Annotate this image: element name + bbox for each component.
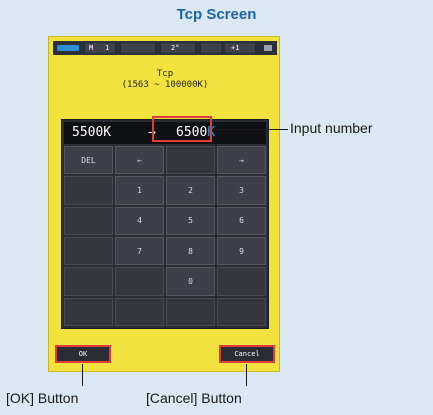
key-blank (115, 267, 164, 296)
key-5[interactable]: 5 (166, 206, 215, 235)
key-0[interactable]: 0 (166, 267, 215, 296)
battery-icon (57, 45, 79, 51)
key-6[interactable]: 6 (217, 206, 266, 235)
status-angle: 2° (171, 44, 180, 52)
status-segment (121, 43, 155, 53)
callout-cancel-button: [Cancel] Button (146, 390, 242, 406)
key-7[interactable]: 7 (115, 237, 164, 266)
cancel-button[interactable]: Cancel (219, 345, 275, 363)
status-bar: M 1 2° +1 (53, 41, 277, 55)
ok-button[interactable]: OK (55, 345, 111, 363)
key-4[interactable]: 4 (115, 206, 164, 235)
callout-input-number: Input number (290, 120, 373, 136)
page-caption: Tcp Screen (176, 6, 257, 23)
key-blank (64, 176, 113, 205)
callout-ok-button: [OK] Button (6, 390, 79, 406)
cancel-leader (246, 364, 247, 386)
key-blank (64, 206, 113, 235)
key-right[interactable]: → (217, 146, 266, 175)
key-blank (217, 297, 266, 326)
input-panel: 5500K → 6500K DEL ← → 1 2 3 4 5 6 7 8 9 0 (61, 119, 269, 329)
current-value: 5500K (72, 125, 112, 140)
keypad: DEL ← → 1 2 3 4 5 6 7 8 9 0 (64, 146, 266, 326)
status-mode: M (89, 44, 94, 52)
lock-icon (264, 45, 272, 51)
key-blank (166, 146, 215, 175)
status-number: 1 (105, 44, 110, 52)
key-blank (166, 297, 215, 326)
status-segment (201, 43, 221, 53)
key-blank (217, 267, 266, 296)
input-number-highlight (152, 116, 212, 142)
input-number-leader (212, 129, 288, 130)
screen-title: Tcp (156, 69, 174, 79)
key-left[interactable]: ← (115, 146, 164, 175)
screen-range: (1563 ~ 100000K) (121, 80, 209, 90)
key-blank (115, 297, 164, 326)
screen-title-block: Tcp (1563 ~ 100000K) (49, 69, 281, 91)
key-1[interactable]: 1 (115, 176, 164, 205)
key-blank (64, 297, 113, 326)
device-screen: M 1 2° +1 Tcp (1563 ~ 100000K) 5500K → 6… (48, 36, 280, 372)
key-blank (64, 237, 113, 266)
key-8[interactable]: 8 (166, 237, 215, 266)
key-del[interactable]: DEL (64, 146, 113, 175)
key-3[interactable]: 3 (217, 176, 266, 205)
ok-leader (82, 364, 83, 386)
status-segment (225, 43, 255, 53)
status-compensation: +1 (231, 44, 240, 52)
key-9[interactable]: 9 (217, 237, 266, 266)
key-blank (64, 267, 113, 296)
key-2[interactable]: 2 (166, 176, 215, 205)
